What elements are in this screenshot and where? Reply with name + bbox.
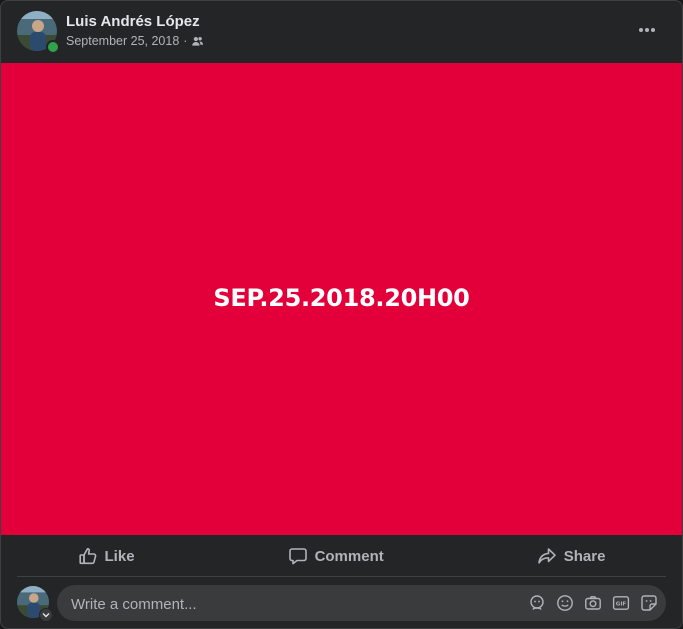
svg-text:GIF: GIF <box>615 602 626 608</box>
share-arrow-icon <box>537 548 556 564</box>
more-options-button[interactable] <box>632 17 662 43</box>
gif-icon[interactable]: GIF <box>611 594 630 613</box>
post-actions: Like Comment Share <box>1 537 682 575</box>
like-button[interactable]: Like <box>68 540 145 572</box>
emoji-icon[interactable] <box>555 594 574 613</box>
post-image-text: SEP.25.2018.20H00 <box>213 284 470 312</box>
post-meta: September 25, 2018 · <box>66 34 204 48</box>
sticker-icon[interactable] <box>639 594 658 613</box>
comment-tools: GIF <box>527 585 658 621</box>
post-header: Luis Andrés López September 25, 2018 · <box>1 1 682 63</box>
camera-icon[interactable] <box>583 594 602 613</box>
author-name[interactable]: Luis Andrés López <box>66 13 200 30</box>
comment-button[interactable]: Comment <box>278 540 394 572</box>
comment-input[interactable] <box>69 585 513 623</box>
more-horizontal-icon <box>639 28 655 32</box>
online-status-indicator <box>46 40 60 54</box>
actions-divider <box>17 576 666 577</box>
share-label: Share <box>563 547 606 565</box>
meta-separator: · <box>183 34 188 48</box>
comment-composer: GIF <box>57 585 666 623</box>
post-card: Luis Andrés López September 25, 2018 · S <box>0 0 683 629</box>
avatar-sticker-icon[interactable] <box>527 594 546 613</box>
comment-label: Comment <box>314 547 384 565</box>
friends-icon[interactable] <box>191 35 204 48</box>
post-image[interactable]: SEP.25.2018.20H00 <box>1 63 682 535</box>
like-label: Like <box>104 547 135 565</box>
post-date[interactable]: September 25, 2018 <box>66 34 179 48</box>
speech-bubble-icon <box>288 548 307 565</box>
chevron-down-icon[interactable] <box>39 608 53 622</box>
thumbs-up-icon <box>78 547 96 565</box>
share-button[interactable]: Share <box>527 540 616 572</box>
